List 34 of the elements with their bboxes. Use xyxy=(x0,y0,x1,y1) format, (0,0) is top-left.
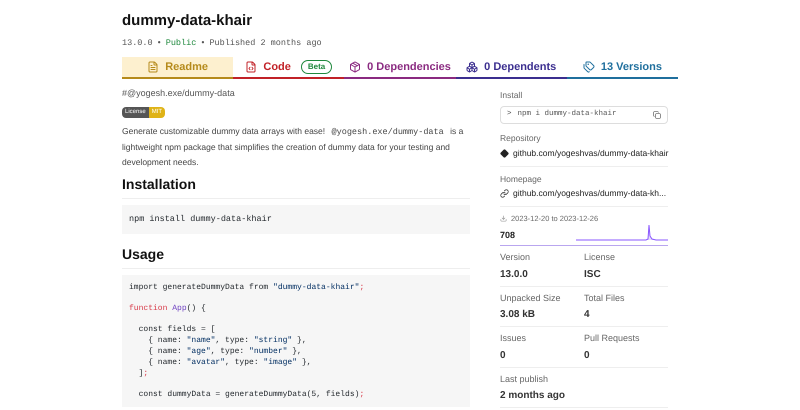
intro-paragraph: Generate customizable dummy data arrays with ease! @yogesh.exe/dummy-data is a lightweight npm package that simplifies the creation of dummy data for your testing and development needs. xyxy=(122,124,464,169)
beta-badge: Beta xyxy=(300,60,332,74)
stat-label: Pull Requests xyxy=(584,332,641,346)
tab[interactable]: Code Beta xyxy=(233,57,344,80)
stat-label: Last publish xyxy=(500,372,550,386)
visibility-text: Public xyxy=(166,36,196,50)
code-block: npm install dummy-data-khair xyxy=(122,204,470,234)
stat-label: Unpacked Size xyxy=(500,292,562,305)
stat-value: 3.08 kB xyxy=(500,308,536,322)
separator-dot: • xyxy=(156,36,162,50)
stat-value: 4 xyxy=(584,308,591,322)
stat-value: ISC xyxy=(584,268,602,282)
stat-label: License xyxy=(584,251,616,264)
separator-dot: • xyxy=(200,36,206,50)
published-text: Published 2 months ago xyxy=(209,36,322,50)
scope-text: #@yogesh.exe/dummy-data xyxy=(122,87,236,100)
section-heading: Usage xyxy=(122,244,470,268)
stat-value: 0 xyxy=(584,348,591,363)
download-count: 708 xyxy=(500,228,516,242)
homepage-link[interactable]: github.com/yogeshvas/dummy-data-kh... xyxy=(513,187,666,200)
stat-label: Issues xyxy=(500,332,528,346)
code-block: import generateDummyData from "dummy-data-khair"; function App() { const fields = [ { name: "name", type: "string" }, { name: "age", type: "number" }, { name: "avatar", type: "image" }, ]; const dummyData = generateDummyData(5, fields); xyxy=(122,274,470,406)
section-label: Homepage xyxy=(500,172,543,186)
stat-value: 2 months ago xyxy=(500,389,566,404)
stat-label: Total Files xyxy=(584,292,626,305)
version-text: 13.0.0 xyxy=(122,36,153,50)
repository-link[interactable]: github.com/yogeshvas/dummy-data-khair xyxy=(513,146,668,160)
package-title: dummy-data-khair xyxy=(122,11,254,31)
section-heading: Installation xyxy=(122,174,470,199)
section-label: Install xyxy=(500,89,524,102)
stat-label: Version xyxy=(500,251,532,264)
stat-value: 13.0.0 xyxy=(500,268,529,282)
stat-value: 0 xyxy=(500,348,507,363)
section-label: Repository xyxy=(500,132,542,145)
